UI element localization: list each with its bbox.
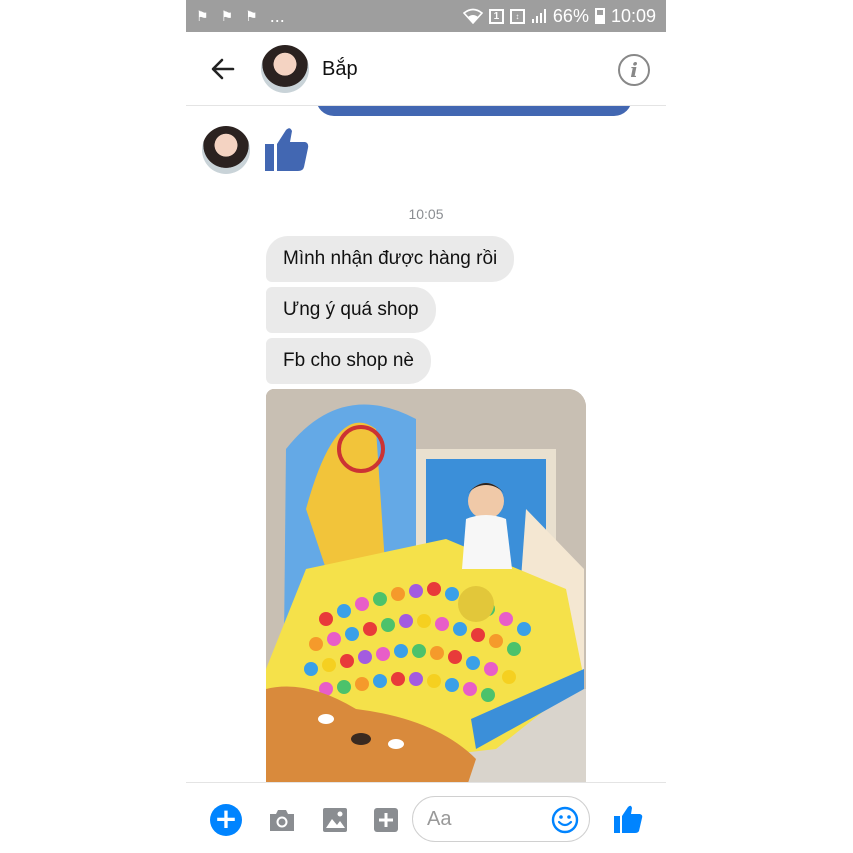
message-bubble[interactable]: Fb cho shop nè <box>266 338 431 384</box>
info-icon[interactable]: i <box>618 54 650 86</box>
clock: 10:09 <box>610 5 656 26</box>
message-timestamp: 10:05 <box>408 206 444 222</box>
system-indicators: 1 ↕ 66% 10:09 <box>462 5 656 27</box>
contact-name[interactable]: Bắp <box>322 58 358 81</box>
plus-icon[interactable]: + <box>210 804 242 836</box>
sender-avatar[interactable] <box>202 126 250 174</box>
signal-icon <box>531 9 546 23</box>
contact-avatar[interactable] <box>261 45 309 93</box>
sim-badge: 1 <box>488 8 504 24</box>
more-notifications: ... <box>269 5 285 26</box>
emoji-icon[interactable] <box>551 806 579 834</box>
message-photo[interactable] <box>266 389 586 782</box>
message-input-wrapper[interactable] <box>412 796 590 842</box>
flag-icon: ⚑ <box>196 7 209 24</box>
message-bubble[interactable]: Ưng ý quá shop <box>266 287 436 333</box>
thumbs-up-icon <box>265 128 309 171</box>
photo-ball-pit-image <box>266 389 586 782</box>
composer-bar: + <box>186 782 666 853</box>
messenger-screen: ⚑ ⚑ ⚑ ... 1 ↕ 66% 10:09 Bắp i 10:05 Mình… <box>186 0 666 853</box>
camera-icon[interactable] <box>267 805 297 835</box>
notification-area: ⚑ ⚑ ⚑ ... <box>196 6 285 27</box>
message-input[interactable] <box>427 805 537 833</box>
flag-icon: ⚑ <box>245 7 258 24</box>
image-icon[interactable] <box>320 805 350 835</box>
back-arrow-icon[interactable] <box>208 54 238 84</box>
message-list[interactable]: 10:05 Mình nhận được hàng rồi Ưng ý quá … <box>186 106 666 782</box>
previous-message-bubble <box>316 106 632 116</box>
flag-icon: ⚑ <box>220 7 234 24</box>
message-bubble[interactable]: Mình nhận được hàng rồi <box>266 236 515 282</box>
thumbs-up-icon[interactable] <box>612 803 644 835</box>
conversation-header: Bắp i <box>186 32 666 106</box>
sticker-icon[interactable] <box>371 805 401 835</box>
battery-percent: 66% <box>552 5 589 26</box>
data-icon: ↕ <box>509 8 525 24</box>
status-bar: ⚑ ⚑ ⚑ ... 1 ↕ 66% 10:09 <box>186 0 666 32</box>
wifi-icon <box>462 8 483 24</box>
battery-icon <box>594 8 605 24</box>
